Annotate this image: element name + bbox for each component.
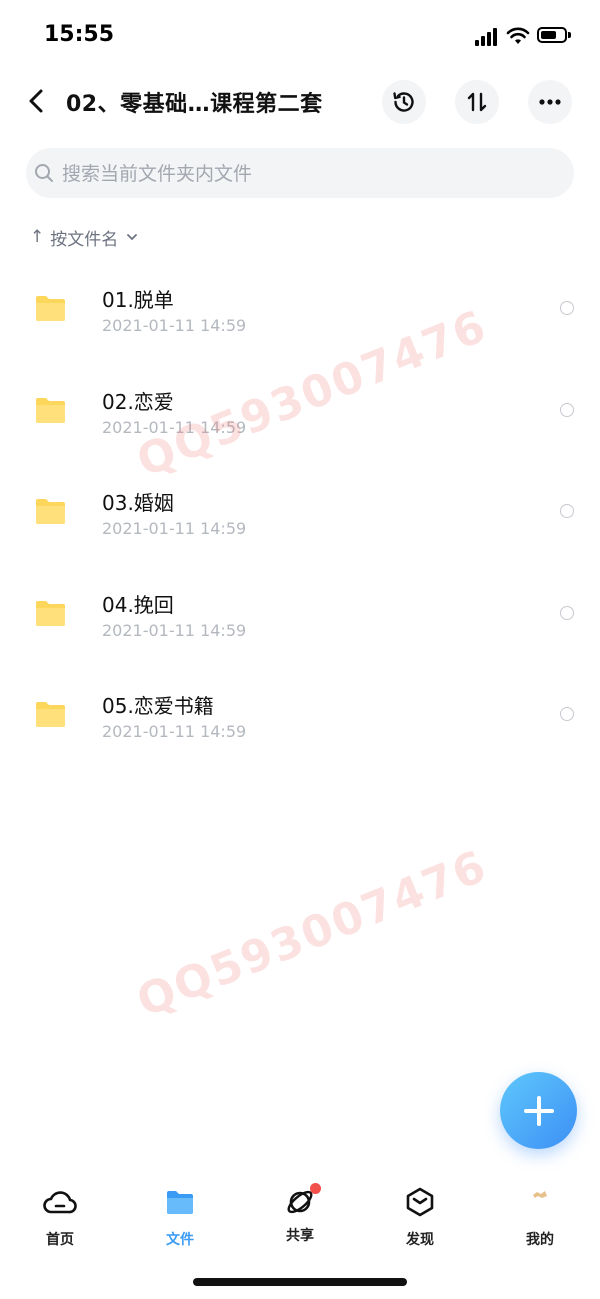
folder-icon [36,296,65,321]
chevron-down-icon [127,234,138,240]
file-list: 01.脱单 2021-01-11 14:59 02.恋爱 2021-01-11 … [0,258,600,766]
add-button[interactable] [500,1072,577,1149]
history-icon [393,92,414,112]
tab-home[interactable]: 首页 [20,1185,100,1249]
battery-icon [537,27,567,43]
tab-label: 共享 [286,1228,314,1244]
history-button[interactable] [382,80,426,124]
more-button[interactable] [528,80,572,124]
file-name: 03.婚姻 [102,491,174,515]
wifi-icon [506,27,530,44]
list-item[interactable]: 03.婚姻 2021-01-11 14:59 [0,461,600,563]
watermark: QQ593007476 [130,840,495,1028]
select-radio[interactable] [560,707,574,721]
file-name: 01.脱单 [102,288,174,312]
folder-icon [36,499,65,524]
tab-label: 我的 [526,1232,554,1248]
tab-label: 文件 [166,1232,194,1248]
sort-label: 按文件名 [50,229,119,250]
discover-box-icon [406,1187,434,1217]
list-item[interactable]: 05.恋爱书籍 2021-01-11 14:59 [0,664,600,766]
list-item[interactable]: 02.恋爱 2021-01-11 14:59 [0,360,600,462]
tab-label: 发现 [406,1232,434,1248]
list-item[interactable]: 04.挽回 2021-01-11 14:59 [0,563,600,665]
search-input[interactable] [60,158,564,190]
tab-share[interactable]: 共享 [260,1183,340,1245]
home-indicator [193,1278,407,1286]
folder-icon [36,702,65,727]
file-name: 04.挽回 [102,592,174,617]
file-name: 05.恋爱书籍 [102,694,214,718]
notification-badge [310,1183,321,1194]
folder-icon [167,1191,193,1214]
tab-discover[interactable]: 发现 [380,1185,460,1249]
status-time: 15:55 [44,22,115,47]
select-radio[interactable] [560,301,574,315]
sort-button[interactable] [455,80,499,124]
file-date: 2021-01-11 14:59 [102,519,247,538]
share-icon-wrap [283,1183,321,1219]
folder-icon [36,397,65,423]
sort-direction-icon: ↑ [30,227,45,247]
sort-by-name-toggle[interactable]: ↑ 按文件名 [30,224,138,250]
search-icon [35,164,53,182]
battery-cap [568,32,571,38]
sort-icon [467,92,487,112]
search-bar[interactable] [26,148,574,198]
file-name: 02.恋爱 [102,389,174,414]
file-date: 2021-01-11 14:59 [102,620,247,640]
cloud-icon [43,1191,77,1214]
select-radio[interactable] [560,605,574,620]
tab-mine[interactable]: 我的 [500,1185,580,1249]
tab-files[interactable]: 文件 [140,1185,220,1249]
page-title: 02、零基础…课程第二套 [66,92,323,117]
plus-icon [523,1095,554,1126]
file-date: 2021-01-11 14:59 [102,722,247,741]
file-date: 2021-01-11 14:59 [102,417,247,437]
tab-bar: 首页 文件 共享 发现 我的 [0,1175,600,1255]
list-item[interactable]: 01.脱单 2021-01-11 14:59 [0,258,600,360]
file-date: 2021-01-11 14:59 [102,316,247,335]
status-bar: 15:55 [0,0,600,70]
more-icon [539,99,561,105]
select-radio[interactable] [560,402,574,417]
tab-label: 首页 [46,1232,74,1248]
folder-icon [36,600,65,626]
select-radio[interactable] [560,504,574,518]
avatar-icon [533,1191,547,1198]
back-button[interactable] [22,86,52,116]
cellular-signal-icon [475,28,499,46]
